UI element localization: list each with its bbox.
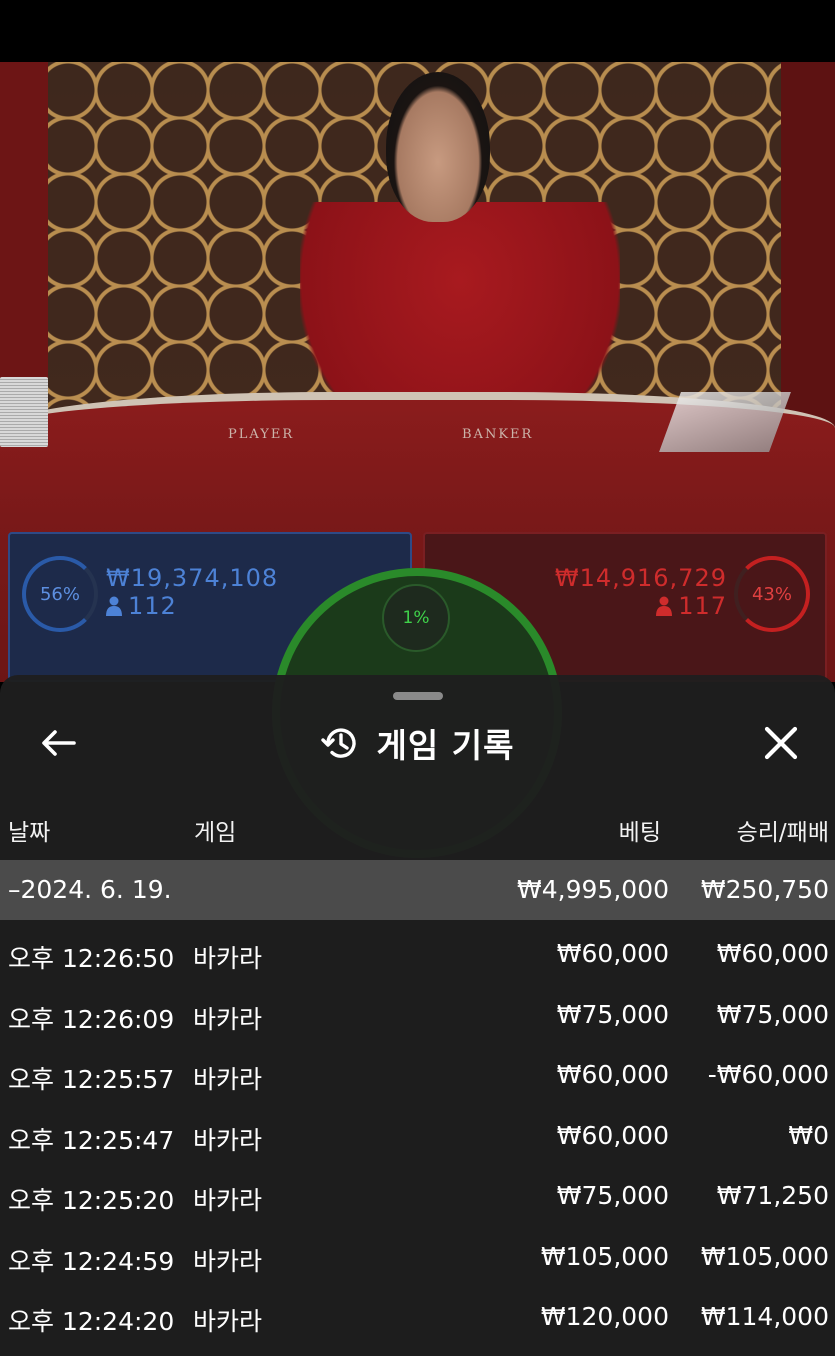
row-game: 바카라	[193, 1004, 263, 1034]
row-result: ₩0	[788, 1120, 829, 1150]
history-column-header: 날짜 게임 베팅 승리/패배	[0, 813, 835, 853]
card-shoe	[659, 392, 791, 452]
history-row[interactable]: 오후 12:25:20 바카라 ₩75,000 ₩71,250	[0, 1167, 835, 1228]
game-history-sheet: 게임 기록 날짜 게임 베팅 승리/패배 –2024. 6. 19. ₩4,99…	[0, 675, 835, 1356]
row-time: 오후 12:26:09	[8, 1004, 175, 1034]
summary-bet-total: ₩4,995,000	[517, 875, 669, 904]
column-game: 게임	[194, 820, 237, 846]
row-result: -₩60,000	[707, 1060, 829, 1089]
row-game: 바카라	[193, 1186, 263, 1215]
banker-count-value: 117	[678, 592, 727, 620]
history-row[interactable]: 오후 12:26:09 바카라 ₩75,000 ₩75,000	[0, 986, 835, 1047]
row-game: 바카라	[193, 1246, 263, 1276]
row-time: 오후 12:24:59	[8, 1246, 175, 1276]
dealer-head	[386, 72, 490, 222]
banker-total-amount: ₩14,916,729	[554, 564, 727, 592]
sheet-title: 게임 기록	[376, 726, 515, 765]
row-result: ₩75,000	[716, 999, 829, 1029]
row-bet: ₩60,000	[556, 939, 669, 968]
row-game: 바카라	[193, 1307, 263, 1336]
column-bet: 베팅	[618, 820, 661, 846]
row-bet: ₩60,000	[556, 1060, 669, 1089]
history-row[interactable]: 오후 12:24:20 바카라 ₩120,000 ₩114,000	[0, 1288, 835, 1349]
felt-label-banker: BANKER	[462, 427, 534, 442]
player-percent: 56%	[39, 583, 80, 605]
date-summary-row[interactable]: –2024. 6. 19. ₩4,995,000 ₩250,750	[0, 860, 835, 920]
history-row[interactable]: 오후 12:24:59 바카라 ₩105,000 ₩105,000	[0, 1228, 835, 1289]
summary-date: –2024. 6. 19.	[8, 875, 172, 904]
row-time: 오후 12:25:20	[8, 1186, 175, 1215]
player-count: 112	[106, 592, 177, 620]
history-row[interactable]: 오후 12:25:47 바카라 ₩60,000 ₩0	[0, 1107, 835, 1168]
close-icon	[764, 726, 798, 760]
tie-percent-ring: 1%	[382, 584, 450, 652]
row-bet: ₩120,000	[540, 1302, 669, 1331]
person-icon	[656, 596, 673, 616]
card-deck	[0, 377, 48, 447]
summary-result-total: ₩250,750	[700, 875, 829, 904]
wall-right	[781, 62, 835, 462]
sheet-header: 게임 기록	[0, 715, 835, 771]
row-game: 바카라	[193, 1125, 263, 1155]
history-row[interactable]: 오후 12:26:50 바카라 ₩60,000 ₩60,000	[0, 925, 835, 986]
row-time: 오후 12:25:47	[8, 1125, 175, 1155]
banker-count: 117	[656, 592, 727, 620]
row-result: ₩114,000	[700, 1302, 829, 1331]
close-button[interactable]	[761, 723, 801, 763]
row-time: 오후 12:24:20	[8, 1307, 175, 1336]
row-result: ₩71,250	[716, 1181, 829, 1210]
column-date: 날짜	[8, 820, 51, 846]
felt-label-player: PLAYER	[228, 427, 295, 442]
player-total-amount: ₩19,374,108	[106, 564, 279, 592]
sheet-title-group: 게임 기록	[0, 719, 835, 767]
banker-percent-ring: 43%	[734, 556, 810, 632]
person-icon	[106, 596, 122, 616]
row-bet: ₩75,000	[556, 999, 669, 1029]
sheet-drag-handle[interactable]	[393, 692, 443, 700]
row-result: ₩105,000	[700, 1241, 829, 1271]
row-result: ₩60,000	[716, 939, 829, 968]
row-time: 오후 12:26:50	[8, 944, 175, 973]
player-percent-ring: 56%	[22, 556, 98, 632]
column-result: 승리/패배	[736, 820, 829, 846]
tie-percent: 1%	[402, 608, 430, 628]
row-bet: ₩105,000	[540, 1241, 669, 1271]
status-bar	[0, 0, 835, 62]
row-bet: ₩60,000	[556, 1120, 669, 1150]
row-game: 바카라	[193, 1065, 263, 1094]
history-list: 오후 12:26:50 바카라 ₩60,000 ₩60,000 오후 12:26…	[0, 925, 835, 1349]
history-row[interactable]: 오후 12:25:57 바카라 ₩60,000 -₩60,000	[0, 1046, 835, 1107]
row-game: 바카라	[193, 944, 263, 973]
row-time: 오후 12:25:57	[8, 1065, 175, 1094]
player-count-value: 112	[128, 592, 177, 620]
banker-percent: 43%	[751, 583, 792, 605]
row-bet: ₩75,000	[556, 1181, 669, 1210]
history-clock-icon	[320, 728, 356, 758]
